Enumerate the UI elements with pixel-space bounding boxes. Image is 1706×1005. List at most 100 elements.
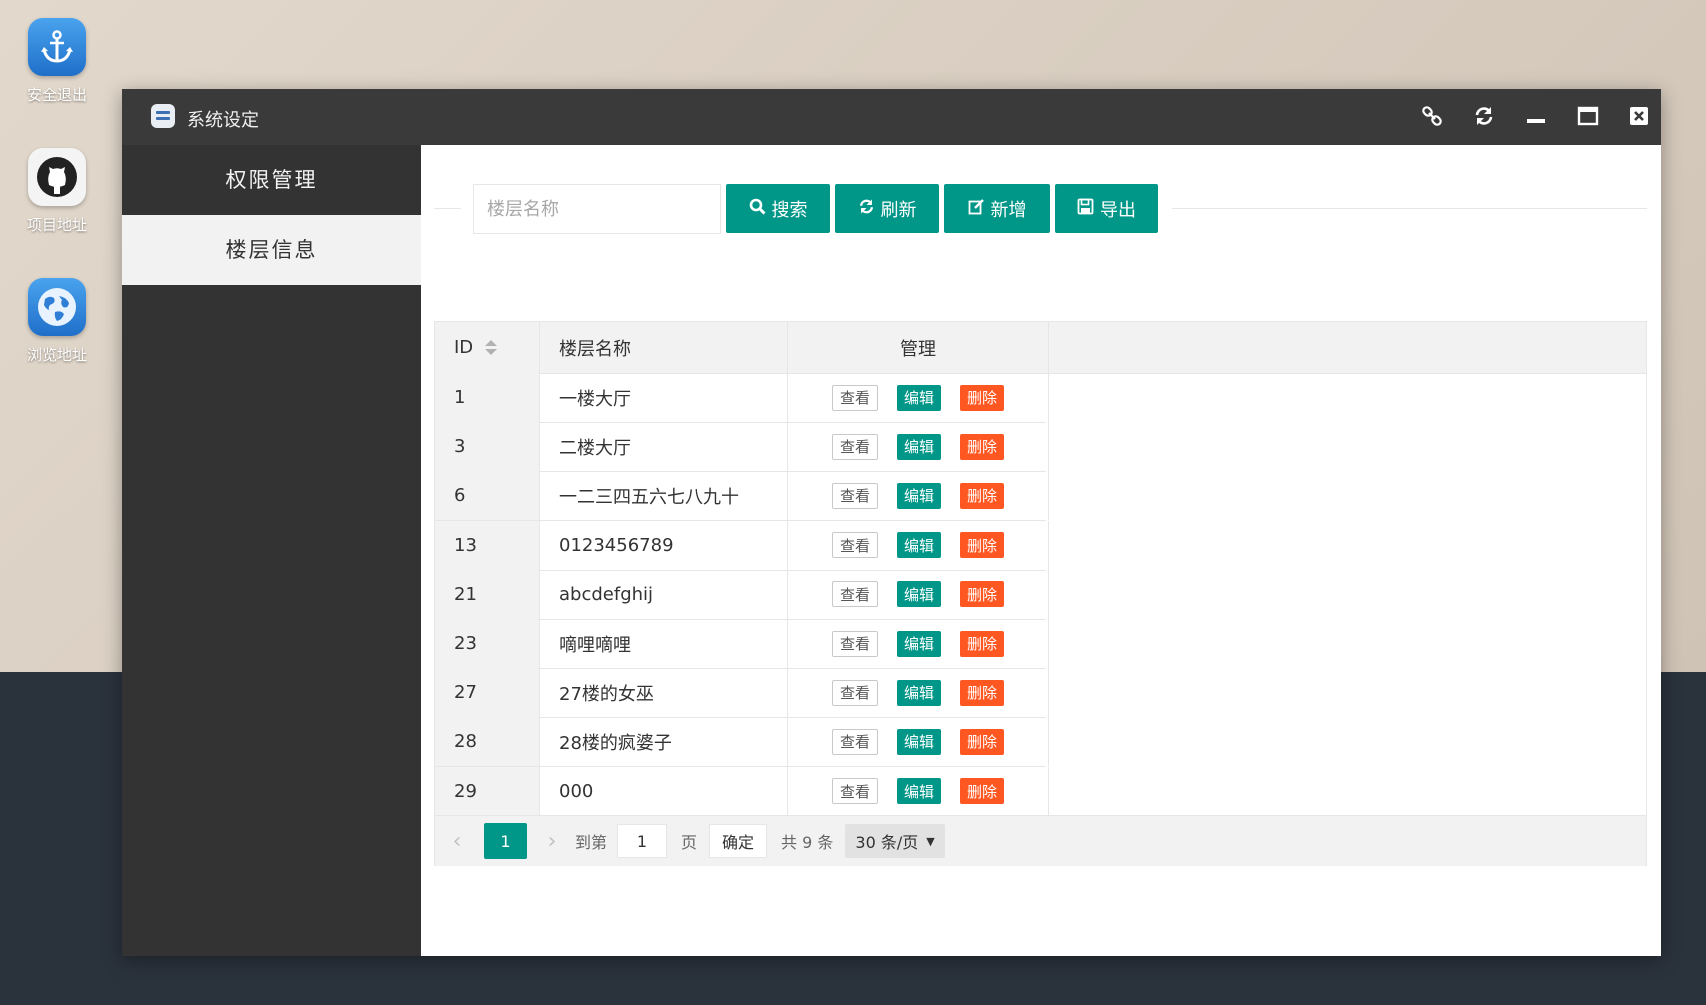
desktop-icon-browse[interactable]: 浏览地址 [14,278,100,365]
edit-button[interactable]: 编辑 [896,630,941,657]
settings-window: 系统设定 权限管理 楼层信息 楼层名称 搜索 刷新 新增 导出 ID 楼层名称 … [122,89,1661,956]
view-button[interactable]: 查看 [831,778,878,805]
table-row: 6 一二三四五六七八九十 查看 编辑 删除 [435,471,1049,522]
cell-id: 13 [435,520,540,570]
table-header: ID 楼层名称 管理 [435,322,1646,374]
cell-floor-name: 0123456789 [540,520,788,570]
cell-manage: 查看 编辑 删除 [788,520,1049,570]
desktop-icon-logout[interactable]: 安全退出 [14,18,100,105]
table-row: 27 27楼的女巫 查看 编辑 删除 [435,668,1049,719]
window-titlebar[interactable]: 系统设定 [122,89,1661,145]
column-header-manage: 管理 [788,322,1049,373]
edit-button[interactable]: 编辑 [896,532,941,559]
add-button[interactable]: 新增 [944,184,1050,233]
maximize-icon[interactable] [1575,103,1601,129]
search-button[interactable]: 搜索 [726,184,830,233]
edit-button[interactable]: 编辑 [896,433,941,460]
cell-manage: 查看 编辑 删除 [788,471,1049,521]
table-row: 13 0123456789 查看 编辑 删除 [435,520,1049,571]
page-size-select[interactable]: 30 条/页 ▼ [845,824,945,858]
view-button[interactable]: 查看 [831,532,878,559]
sidebar-item-floor-info[interactable]: 楼层信息 [122,215,421,285]
column-header-id[interactable]: ID [435,322,540,373]
table-row: 3 二楼大厅 查看 编辑 删除 [435,422,1049,473]
view-button[interactable]: 查看 [831,384,878,411]
cell-manage: 查看 编辑 删除 [788,619,1049,668]
search-icon [749,198,766,220]
cell-manage: 查看 编辑 删除 [788,569,1049,619]
delete-button[interactable]: 删除 [960,581,1005,608]
window-title: 系统设定 [187,110,259,131]
edit-button[interactable]: 编辑 [896,384,941,411]
delete-button[interactable]: 删除 [960,532,1005,559]
refresh-button-label: 刷新 [880,199,917,221]
edit-button[interactable]: 编辑 [896,482,941,509]
export-button[interactable]: 导出 [1055,184,1158,233]
cell-floor-name: 一二三四五六七八九十 [540,471,788,521]
total-count: 共 9 条 [781,833,834,852]
sort-icon[interactable] [485,340,498,355]
refresh-icon [858,198,875,220]
goto-label: 到第 [575,833,608,852]
view-button[interactable]: 查看 [831,581,878,608]
globe-icon [28,278,86,336]
github-icon [28,148,86,206]
anchor-icon [28,18,86,76]
cell-id: 3 [435,422,540,472]
edit-button[interactable]: 编辑 [896,679,941,706]
delete-button[interactable]: 删除 [960,630,1005,657]
cell-id: 27 [435,668,540,718]
toolbar-divider [434,208,461,209]
table-row: 23 嘀哩嘀哩 查看 编辑 删除 [435,619,1049,669]
search-input[interactable] [473,184,721,234]
table-row: 1 一楼大厅 查看 编辑 删除 [435,373,1049,423]
goto-page-input[interactable] [617,824,668,858]
delete-button[interactable]: 删除 [960,384,1005,411]
edit-button[interactable]: 编辑 [896,778,941,805]
view-button[interactable]: 查看 [831,630,878,657]
link-icon[interactable] [1419,103,1445,129]
table-row: 28 28楼的疯婆子 查看 编辑 删除 [435,717,1049,768]
delete-button[interactable]: 删除 [960,482,1005,509]
prev-page-icon[interactable]: ‹ [448,829,466,854]
view-button[interactable]: 查看 [831,433,878,460]
view-button[interactable]: 查看 [831,728,878,755]
minimize-icon[interactable] [1523,103,1549,129]
delete-button[interactable]: 删除 [960,778,1005,805]
cell-id: 1 [435,373,540,422]
view-button[interactable]: 查看 [831,482,878,509]
delete-button[interactable]: 删除 [960,679,1005,706]
view-button[interactable]: 查看 [831,679,878,706]
cell-floor-name: 一楼大厅 [540,373,788,422]
cell-manage: 查看 编辑 删除 [788,422,1049,472]
cell-manage: 查看 编辑 删除 [788,717,1049,767]
desktop-icon-project[interactable]: 项目地址 [14,148,100,235]
next-page-icon[interactable]: › [543,829,561,854]
cell-id: 6 [435,471,540,521]
cell-floor-name: 嘀哩嘀哩 [540,619,788,668]
edit-button[interactable]: 编辑 [896,581,941,608]
sidebar-item-permissions[interactable]: 权限管理 [122,145,421,215]
delete-button[interactable]: 删除 [960,728,1005,755]
page-number-current[interactable]: 1 [484,823,527,859]
cell-floor-name: 28楼的疯婆子 [540,717,788,767]
desktop-icon-label: 安全退出 [26,86,87,104]
edit-button[interactable]: 编辑 [896,728,941,755]
column-header-label: ID [454,337,474,358]
table-row: 29 000 查看 编辑 删除 [435,766,1049,817]
desktop-icon-label: 浏览地址 [26,346,87,364]
edit-icon [968,198,985,220]
cell-id: 28 [435,717,540,767]
cell-id: 21 [435,569,540,619]
refresh-button[interactable]: 刷新 [835,184,939,233]
main-content: 搜索 刷新 新增 [421,145,1661,956]
page-label: 页 [681,833,698,852]
refresh-icon[interactable] [1471,103,1497,129]
app-icon [151,104,175,128]
delete-button[interactable]: 删除 [960,433,1005,460]
goto-confirm-button[interactable]: 确定 [709,824,768,858]
cell-manage: 查看 编辑 删除 [788,766,1049,816]
cell-id: 23 [435,619,540,668]
close-icon[interactable] [1626,103,1652,129]
cell-floor-name: 二楼大厅 [540,422,788,472]
